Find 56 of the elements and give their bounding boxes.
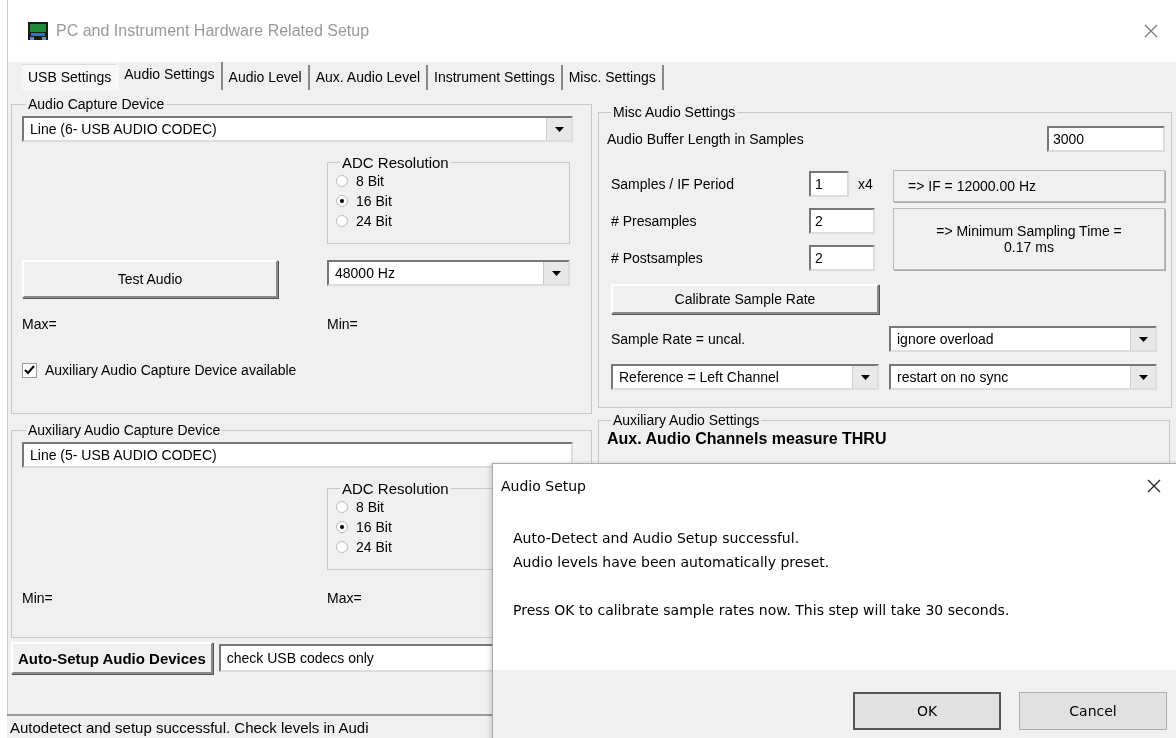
dialog-button[interactable]: Cancel bbox=[1019, 692, 1167, 730]
tab[interactable]: Audio Settings bbox=[117, 62, 223, 90]
window-title: PC and Instrument Hardware Related Setup bbox=[56, 22, 371, 40]
close-icon[interactable] bbox=[1147, 479, 1161, 493]
samples-field[interactable]: 1 bbox=[809, 171, 849, 197]
field-label: Audio Buffer Length in Samples bbox=[607, 131, 804, 147]
level-reading: Min= bbox=[327, 316, 358, 332]
sample-rate-dropdown[interactable]: 48000 Hz bbox=[327, 260, 570, 286]
radio-button[interactable] bbox=[336, 195, 348, 207]
sync-dropdown[interactable]: restart on no sync bbox=[889, 364, 1157, 390]
radio-label: 16 Bit bbox=[356, 519, 392, 535]
field-label: Samples / IF Period bbox=[611, 176, 735, 192]
radio-button[interactable] bbox=[336, 521, 348, 533]
sample-rate-status: Sample Rate = uncal. bbox=[611, 331, 746, 347]
test-audio-button[interactable]: Test Audio bbox=[22, 260, 278, 298]
group-title: ADC Resolution bbox=[341, 480, 450, 497]
app-icon bbox=[28, 22, 48, 40]
field-label: # Presamples bbox=[611, 213, 698, 229]
presamples-field[interactable]: 2 bbox=[809, 208, 875, 234]
radio-label: 16 Bit bbox=[356, 193, 392, 209]
checkbox[interactable] bbox=[22, 362, 37, 378]
auto-setup-button[interactable]: Auto-Setup Audio Devices bbox=[11, 642, 213, 674]
radio-label: 24 Bit bbox=[356, 539, 392, 555]
group-title: Auxiliary Audio Capture Device bbox=[27, 422, 222, 438]
multiplier-label: x4 bbox=[858, 176, 873, 192]
radio-button[interactable] bbox=[336, 501, 348, 513]
device-dropdown[interactable]: Line (5- USB AUDIO CODEC) bbox=[22, 442, 573, 468]
radio-button[interactable] bbox=[336, 175, 348, 187]
radio-button[interactable] bbox=[336, 215, 348, 227]
level-reading: Max= bbox=[22, 316, 57, 332]
level-reading: Min= bbox=[22, 590, 53, 606]
dialog-title: Audio Setup bbox=[501, 478, 586, 494]
reference-dropdown[interactable]: Reference = Left Channel bbox=[611, 364, 879, 390]
tab[interactable]: USB Settings bbox=[22, 64, 118, 90]
checkbox-label: Auxiliary Audio Capture Device available bbox=[45, 362, 297, 378]
dialog-button[interactable]: OK bbox=[853, 692, 1001, 730]
group-title: ADC Resolution bbox=[341, 154, 450, 171]
radio-label: 24 Bit bbox=[356, 213, 392, 229]
group-title: Auxiliary Audio Settings bbox=[612, 412, 761, 428]
group-title: Audio Capture Device bbox=[27, 96, 166, 112]
radio-label: 8 Bit bbox=[356, 173, 384, 189]
sampling-time-readout: => Minimum Sampling Time = 0.17 ms bbox=[893, 208, 1165, 270]
dialog-message: Press OK to calibrate sample rates now. This step will take 30 seconds. bbox=[513, 601, 1011, 620]
section-heading: Aux. Audio Channels measure THRU bbox=[607, 430, 888, 448]
level-reading: Max= bbox=[327, 590, 362, 606]
dialog-message: Auto-Detect and Audio Setup successful. Audio levels have been automatically preset. bbox=[513, 529, 831, 572]
field-label: # Postsamples bbox=[611, 250, 704, 266]
if-frequency-readout: => IF = 12000.00 Hz bbox=[893, 170, 1165, 202]
overload-dropdown[interactable]: ignore overload bbox=[889, 326, 1157, 352]
buffer-length-field[interactable]: 3000 bbox=[1047, 126, 1165, 152]
postsamples-field[interactable]: 2 bbox=[809, 245, 875, 271]
device-dropdown[interactable]: Line (6- USB AUDIO CODEC) bbox=[22, 116, 573, 142]
radio-label: 8 Bit bbox=[356, 499, 384, 515]
group-title: Misc Audio Settings bbox=[612, 104, 737, 120]
calibrate-button[interactable]: Calibrate Sample Rate bbox=[611, 284, 879, 314]
radio-button[interactable] bbox=[336, 541, 348, 553]
